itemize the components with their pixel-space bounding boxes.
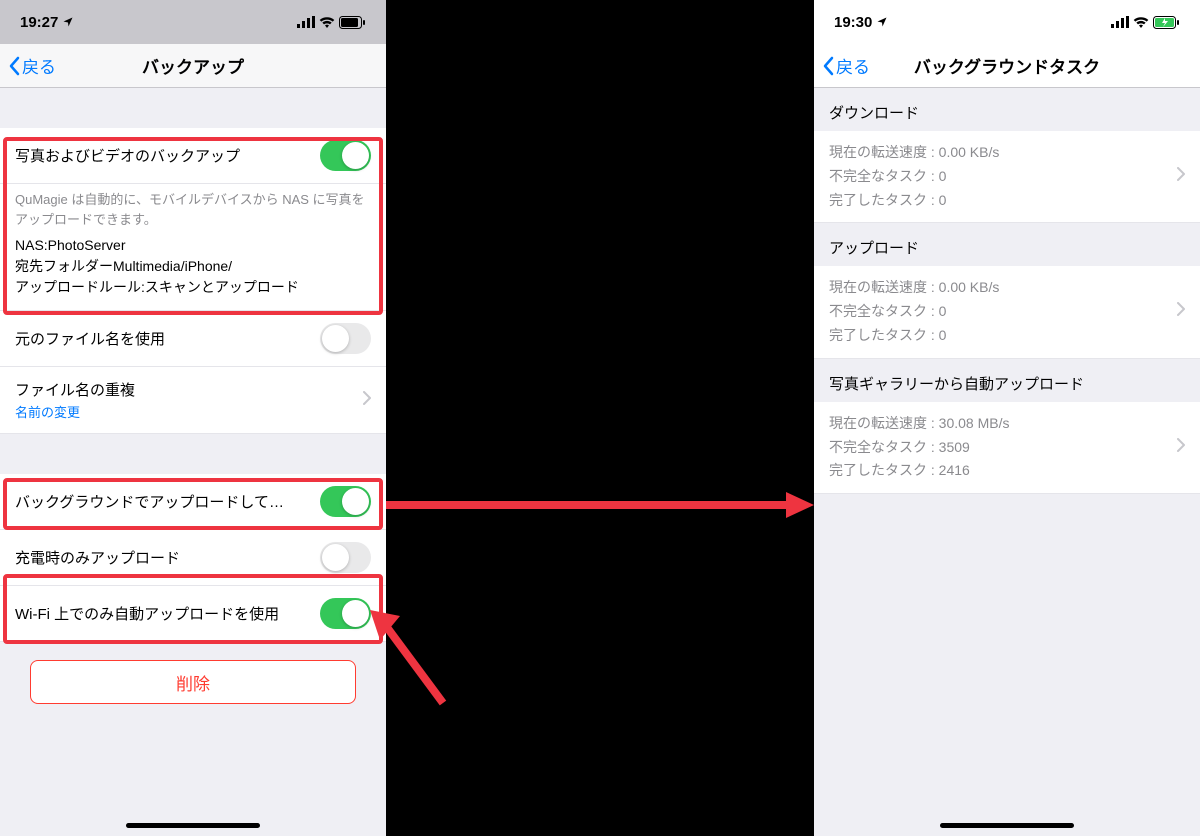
phone-right: 19:30 戻る バックグラウ [814,0,1200,836]
nav-bar: 戻る バックアップ [0,44,386,88]
location-icon [876,16,888,28]
backup-description: QuMagie は自動的に、モバイルデバイスから NAS に写真をアップロードで… [0,184,386,311]
toggle-origname[interactable] [320,323,371,354]
toggle-background[interactable] [320,486,371,517]
section-download: ダウンロード [814,88,1200,131]
row-background-upload[interactable]: バックグラウンドでアップロードして… [0,474,386,530]
chevron-right-icon [1177,300,1185,324]
nav-title: バックグラウンドタスク [914,53,1100,78]
toggle-wifi[interactable] [320,598,371,629]
auto-upload-status[interactable]: 現在の転送速度 : 30.08 MB/s 不完全なタスク : 3509 完了した… [814,402,1200,494]
signal-icon [297,16,315,28]
row-wifi-only[interactable]: Wi-Fi 上でのみ自動アップロードを使用 [0,586,386,642]
toggle-backup[interactable] [320,140,371,171]
row-wifi-label: Wi-Fi 上でのみ自動アップロードを使用 [15,603,320,624]
nav-bar: 戻る バックグラウンドタスク [814,44,1200,88]
toggle-charge[interactable] [320,542,371,573]
nav-title: バックアップ [142,53,244,78]
wifi-icon [319,16,335,28]
row-bg-label: バックグラウンドでアップロードして… [15,491,320,512]
delete-label: 削除 [176,670,210,695]
annotation-arrow-2 [368,608,448,708]
location-icon [62,16,74,28]
battery-charging-icon [1153,16,1180,29]
row-dup-label: ファイル名の重複 [15,379,355,400]
annotation-arrow-1 [386,490,814,520]
section-auto-upload: 写真ギャラリーから自動アップロード [814,359,1200,402]
delete-button[interactable]: 削除 [30,660,356,704]
back-label: 戻る [836,53,870,78]
back-button[interactable]: 戻る [822,53,870,78]
phone-left: 19:27 戻る バックアップ [0,0,386,836]
chevron-right-icon [1177,165,1185,189]
battery-icon [339,16,366,29]
chevron-right-icon [363,391,371,409]
status-time: 19:30 [834,14,872,31]
row-backup[interactable]: 写真およびビデオのバックアップ [0,128,386,184]
row-dup-sub: 名前の変更 [15,402,355,421]
row-backup-label: 写真およびビデオのバックアップ [15,145,320,166]
row-original-filename[interactable]: 元のファイル名を使用 [0,311,386,367]
upload-status[interactable]: 現在の転送速度 : 0.00 KB/s 不完全なタスク : 0 完了したタスク … [814,266,1200,358]
home-indicator [940,823,1074,828]
back-button[interactable]: 戻る [8,53,56,78]
signal-icon [1111,16,1129,28]
row-origname-label: 元のファイル名を使用 [15,328,320,349]
status-time: 19:27 [20,14,58,31]
status-bar: 19:30 [814,0,1200,44]
status-bar: 19:27 [0,0,386,44]
download-status[interactable]: 現在の転送速度 : 0.00 KB/s 不完全なタスク : 0 完了したタスク … [814,131,1200,223]
section-upload: アップロード [814,223,1200,266]
chevron-left-icon [8,56,20,76]
row-duplicate-filename[interactable]: ファイル名の重複 名前の変更 [0,367,386,434]
back-label: 戻る [22,53,56,78]
home-indicator [126,823,260,828]
row-charge-only[interactable]: 充電時のみアップロード [0,530,386,586]
chevron-right-icon [1177,436,1185,460]
row-charge-label: 充電時のみアップロード [15,547,320,568]
wifi-icon [1133,16,1149,28]
chevron-left-icon [822,56,834,76]
